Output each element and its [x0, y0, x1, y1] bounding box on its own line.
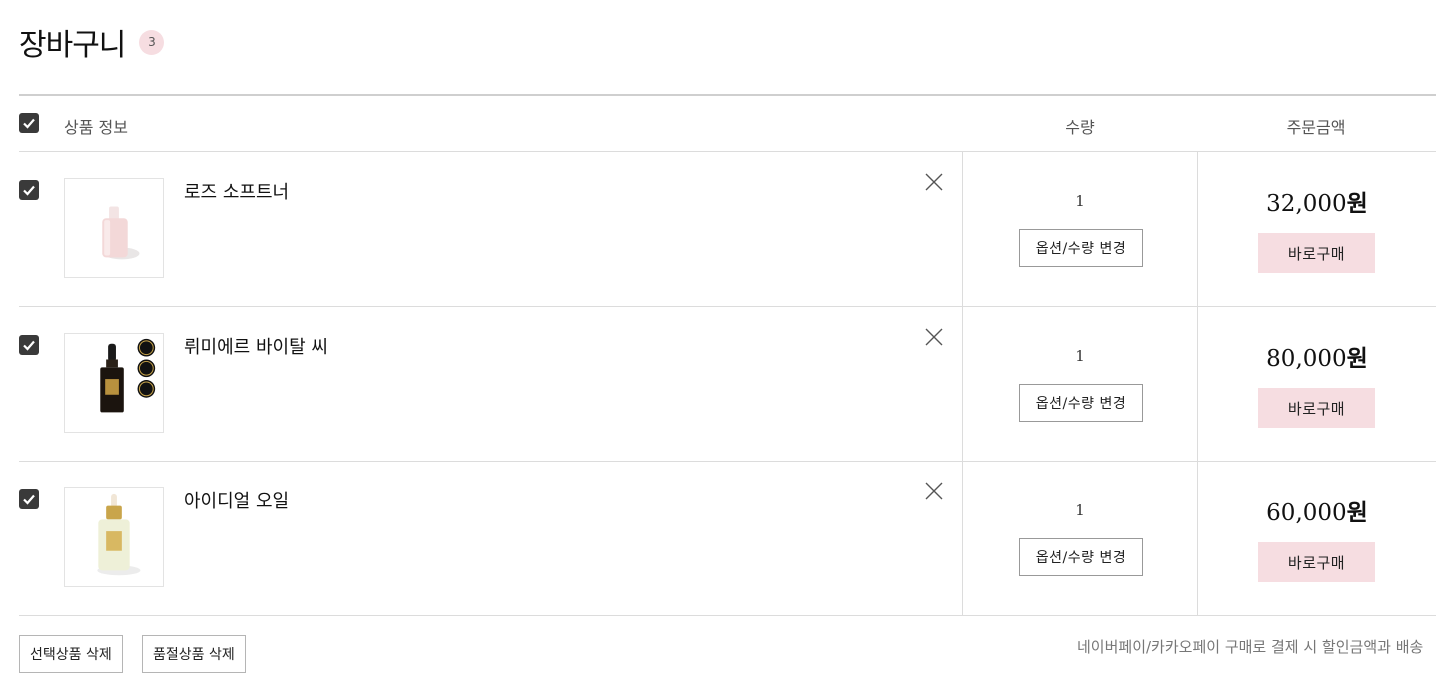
- product-image-ideal-oil: [97, 493, 141, 576]
- product-name[interactable]: 아이디얼 오일: [184, 487, 289, 513]
- cart-page: 장바구니 3 상품 정보 수량 주문금액 로즈 소프트너 1 옵션/수량 변경 …: [0, 0, 1436, 687]
- item-checkbox[interactable]: [19, 335, 39, 355]
- item-price: 80,000원: [1198, 339, 1436, 373]
- page-title: 장바구니: [19, 28, 126, 63]
- remove-item-button[interactable]: [924, 481, 944, 501]
- product-name[interactable]: 뤼미에르 바이탈 씨: [184, 333, 328, 359]
- product-image[interactable]: [64, 178, 164, 278]
- header-quantity-label: 수량: [1065, 118, 1095, 137]
- buy-now-button[interactable]: 바로구매: [1258, 388, 1375, 428]
- select-all-checkbox[interactable]: [19, 113, 39, 133]
- checkmark-icon: [23, 494, 35, 505]
- title-row: 장바구니 3: [19, 20, 165, 64]
- quantity-value: 1: [1075, 192, 1085, 210]
- checkmark-icon: [23, 340, 35, 351]
- item-price: 32,000원: [1198, 184, 1436, 218]
- quantity-cell: 1 옵션/수량 변경: [962, 461, 1198, 615]
- price-unit: 원: [1346, 346, 1368, 372]
- product-image[interactable]: [64, 333, 164, 433]
- product-image[interactable]: [64, 487, 164, 587]
- delete-soldout-button[interactable]: 품절상품 삭제: [142, 635, 246, 673]
- price-cell: 60,000원 바로구매: [1198, 461, 1436, 615]
- item-checkbox[interactable]: [19, 489, 39, 509]
- cart-count-badge: 3: [139, 29, 165, 55]
- product-image-rose-softener: [102, 206, 140, 260]
- price-unit: 원: [1346, 500, 1368, 526]
- buy-now-button[interactable]: 바로구매: [1258, 542, 1375, 582]
- product-image-lumiere-vital-c: [100, 338, 156, 413]
- price-cell: 80,000원 바로구매: [1198, 307, 1436, 461]
- close-icon: [925, 482, 943, 500]
- change-option-button[interactable]: 옵션/수량 변경: [1019, 229, 1143, 267]
- change-option-button[interactable]: 옵션/수량 변경: [1019, 538, 1143, 576]
- table-header: 상품 정보 수량 주문금액: [19, 94, 1436, 152]
- quantity-value: 1: [1075, 347, 1085, 365]
- product-name[interactable]: 로즈 소프트너: [184, 178, 289, 204]
- price-unit: 원: [1346, 191, 1368, 217]
- quantity-cell: 1 옵션/수량 변경: [962, 152, 1198, 306]
- remove-item-button[interactable]: [924, 327, 944, 347]
- quantity-value: 1: [1075, 501, 1085, 519]
- cart-row: 로즈 소프트너 1 옵션/수량 변경 32,000원 바로구매: [19, 152, 1436, 307]
- cart-row: 뤼미에르 바이탈 씨 1 옵션/수량 변경 80,000원 바로구매: [19, 307, 1436, 462]
- price-cell: 32,000원 바로구매: [1198, 152, 1436, 306]
- header-order-amount-label: 주문금액: [1286, 118, 1346, 137]
- price-number: 80,000: [1266, 346, 1347, 372]
- delete-selected-button[interactable]: 선택상품 삭제: [19, 635, 123, 673]
- item-price: 60,000원: [1198, 493, 1436, 527]
- change-option-button[interactable]: 옵션/수량 변경: [1019, 384, 1143, 422]
- close-icon: [925, 328, 943, 346]
- checkmark-icon: [23, 185, 35, 196]
- cart-row: 아이디얼 오일 1 옵션/수량 변경 60,000원 바로구매: [19, 461, 1436, 616]
- price-number: 60,000: [1266, 500, 1347, 526]
- remove-item-button[interactable]: [924, 172, 944, 192]
- price-number: 32,000: [1266, 191, 1347, 217]
- close-icon: [925, 173, 943, 191]
- header-product-info: 상품 정보: [64, 118, 128, 137]
- checkmark-icon: [23, 118, 35, 129]
- quantity-cell: 1 옵션/수량 변경: [962, 307, 1198, 461]
- payment-notice: 네이버페이/카카오페이 구매로 결제 시 할인금액과 배송: [1077, 638, 1424, 656]
- buy-now-button[interactable]: 바로구매: [1258, 233, 1375, 273]
- item-checkbox[interactable]: [19, 180, 39, 200]
